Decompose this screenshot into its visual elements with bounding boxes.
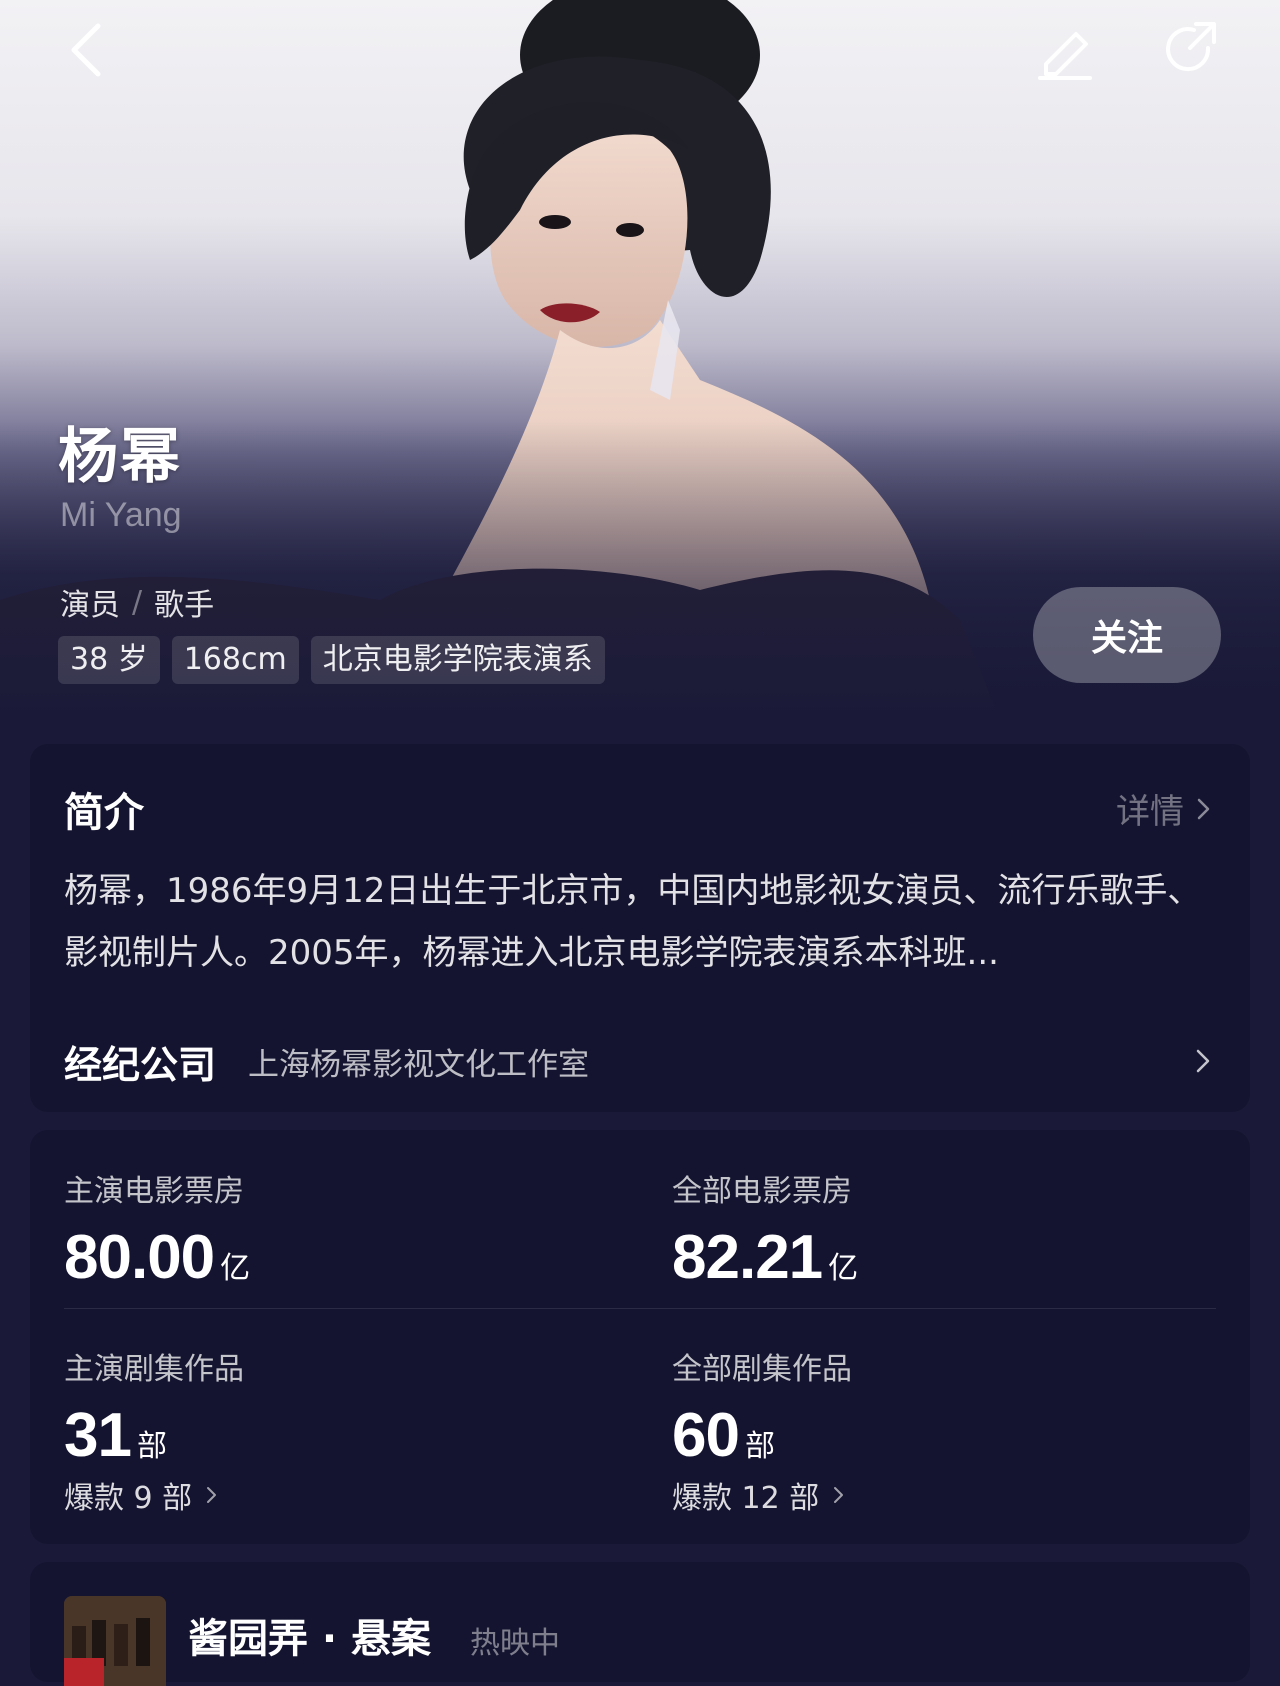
film-poster (64, 1596, 166, 1686)
role-separator: / (132, 584, 143, 620)
role-singer: 歌手 (154, 588, 215, 623)
intro-title: 简介 (64, 790, 144, 836)
tag-school: 北京电影学院表演系 (310, 636, 605, 684)
roles-line: 演员 / 歌手 (60, 580, 214, 624)
stat-label: 主演剧集作品 (64, 1352, 244, 1387)
stat-unit: 亿 (828, 1251, 859, 1286)
share-icon (1166, 22, 1216, 72)
poster-image (64, 1596, 166, 1686)
chevron-right-icon (1196, 1049, 1210, 1073)
stat-value: 82.21 (672, 1223, 823, 1292)
role-actor: 演员 (60, 588, 120, 623)
chevron-left-icon (71, 23, 101, 77)
profile-tags: 38 岁 168cm 北京电影学院表演系 (58, 636, 605, 684)
intro-card: 简介 详情 杨幂，1986年9月12日出生于北京市，中国内地影视女演员、流行乐歌… (30, 744, 1250, 1112)
chevron-right-icon (1197, 798, 1210, 819)
back-button[interactable] (54, 14, 126, 86)
stats-card: 主演电影票房 80.00 亿 全部电影票房 82.21 亿 主演剧集作品 31 … (30, 1130, 1250, 1544)
share-button[interactable] (1154, 14, 1226, 86)
intro-detail-link[interactable]: 详情 (1116, 784, 1216, 833)
tag-age: 38 岁 (58, 636, 160, 684)
tag-height: 168cm (171, 636, 299, 684)
stat-label: 全部剧集作品 (672, 1352, 852, 1387)
film-card[interactable]: 酱园弄 · 悬案 热映中 (30, 1562, 1250, 1686)
hit-count-text: 爆款 12 部 (672, 1481, 820, 1516)
stat-value: 60 (672, 1401, 740, 1470)
stat-all-box-office[interactable]: 全部电影票房 82.21 亿 (672, 1166, 1232, 1293)
hit-count-link[interactable]: 爆款 12 部 (672, 1473, 1232, 1517)
celebrity-name: 杨幂 (58, 422, 182, 492)
stat-label: 主演电影票房 (64, 1174, 244, 1209)
pencil-icon (1038, 32, 1092, 80)
stat-all-series[interactable]: 全部剧集作品 60 部 爆款 12 部 (672, 1344, 1232, 1517)
stat-value: 31 (64, 1401, 132, 1470)
hit-count-text: 爆款 9 部 (64, 1481, 193, 1516)
agency-label: 经纪公司 (64, 1042, 217, 1087)
chevron-right-icon (207, 1487, 217, 1503)
stat-value: 80.00 (64, 1223, 215, 1292)
film-status: 热映中 (470, 1626, 560, 1661)
agency-row[interactable]: 经纪公司 上海杨幂影视文化工作室 (64, 1026, 1216, 1096)
stat-unit: 亿 (220, 1251, 251, 1286)
celebrity-name-english: Mi Yang (60, 496, 182, 534)
stat-lead-series[interactable]: 主演剧集作品 31 部 爆款 9 部 (64, 1344, 624, 1517)
stats-divider (64, 1308, 1216, 1309)
edit-button[interactable] (1028, 14, 1100, 86)
hit-count-link[interactable]: 爆款 9 部 (64, 1473, 624, 1517)
stat-label: 全部电影票房 (672, 1174, 852, 1209)
intro-text: 杨幂，1986年9月12日出生于北京市，中国内地影视女演员、流行乐歌手、影视制片… (64, 871, 1202, 973)
agency-value: 上海杨幂影视文化工作室 (248, 1046, 590, 1083)
chevron-right-icon (834, 1487, 844, 1503)
stat-unit: 部 (744, 1429, 775, 1464)
follow-button[interactable]: 关注 (1033, 587, 1221, 683)
detail-label: 详情 (1116, 792, 1184, 832)
stat-lead-box-office[interactable]: 主演电影票房 80.00 亿 (64, 1166, 624, 1293)
stat-unit: 部 (136, 1429, 167, 1464)
film-title: 酱园弄 · 悬案 (188, 1616, 432, 1662)
